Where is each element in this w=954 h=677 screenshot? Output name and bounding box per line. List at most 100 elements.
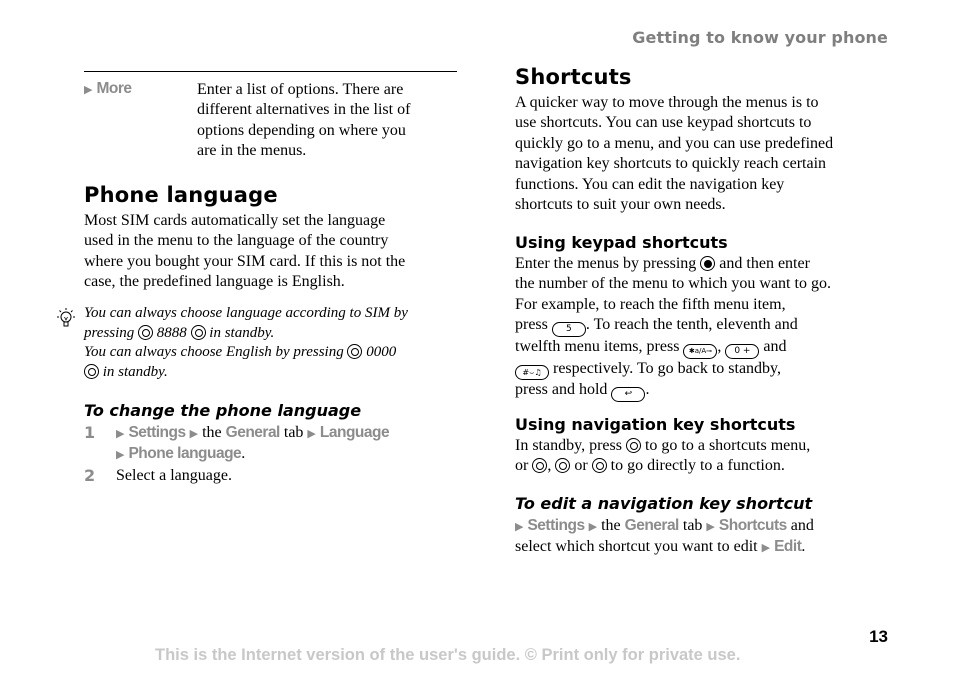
text-fragment: .: [801, 538, 806, 556]
shortcuts-body: A quicker way to move through the menus …: [515, 93, 895, 215]
arrow-icon: ▶: [84, 83, 93, 96]
page-number: 13: [869, 627, 888, 646]
body-line: navigation key shortcuts to quickly reac…: [515, 155, 827, 173]
running-header: Getting to know your phone: [632, 28, 888, 47]
more-menu-label: More: [96, 80, 132, 97]
step-text: tab: [283, 424, 304, 441]
body-line: For example, to reach the fifth menu ite…: [515, 295, 786, 313]
step-number: 2: [84, 466, 96, 485]
body-line: Most SIM cards automatically set the lan…: [84, 212, 386, 229]
text-fragment: ,: [547, 457, 552, 475]
tip-fragment: pressing: [84, 324, 135, 341]
arrow-icon: ▶: [588, 520, 598, 533]
key-hash-icon: #⌣♫: [515, 365, 549, 381]
nav-left-key-icon: [555, 458, 571, 474]
text-fragment: respectively. To go back to standby,: [553, 360, 782, 378]
desc-line: different alternatives in the list of: [197, 101, 411, 119]
body-line: #⌣♫ respectively. To go back to standby,: [515, 359, 895, 381]
arrow-icon: ▶: [307, 427, 316, 440]
more-description: Enter a list of options. There are diffe…: [197, 80, 459, 162]
menu-edit: Edit: [774, 538, 802, 556]
text-fragment: . To reach the tenth, eleventh and: [585, 316, 798, 334]
nav-up-key-icon: [625, 438, 641, 453]
body-line: functions. You can edit the navigation k…: [515, 175, 785, 193]
arrow-icon: ▶: [189, 427, 199, 440]
body-line: Enter the menus by pressing and then ent…: [515, 254, 895, 274]
menu-settings: Settings: [128, 424, 186, 441]
navigation-shortcuts-title: Using navigation key shortcuts: [515, 415, 796, 434]
menu-phone-language: Phone language: [128, 445, 242, 463]
edit-shortcut-body: ▶ Settings ▶ the General tab ▶ Shortcuts…: [515, 516, 895, 559]
tip-code: 8888: [156, 324, 187, 341]
tip-line: You can always choose English by pressin…: [84, 343, 464, 363]
tip-fragment: in standby.: [102, 363, 168, 380]
back-key-icon: ↩: [611, 387, 646, 403]
nav-right-key-icon: [84, 363, 99, 379]
tip-code: 0000: [366, 344, 397, 360]
nav-right-key-icon: [190, 324, 206, 340]
text-fragment: twelfth menu items, press: [515, 338, 680, 356]
edit-shortcut-title: To edit a navigation key shortcut: [515, 494, 813, 513]
tip-fragment: You can always choose English by pressin…: [84, 344, 344, 360]
step-number: 1: [84, 423, 96, 442]
key-star-icon: ✱a/A⊸: [683, 344, 718, 360]
menu-language: Language: [319, 424, 390, 441]
body-line: case, the predefined language is English…: [84, 273, 345, 291]
tip-line: in standby.: [84, 363, 464, 383]
menu-settings: Settings: [527, 517, 585, 534]
body-line: use shortcuts. You can use keypad shortc…: [515, 114, 812, 132]
body-line: A quicker way to move through the menus …: [515, 94, 819, 111]
body-line: or , or to go directly to a function.: [515, 456, 895, 476]
body-line: used in the menu to the language of the …: [84, 232, 389, 250]
step-line: ▶ Settings ▶ the General tab ▶ Language: [116, 423, 466, 444]
nav-left-key-icon: [347, 344, 363, 359]
body-line: twelfth menu items, press ✱a/A⊸, 0 + and: [515, 337, 895, 360]
text-fragment: press and hold: [515, 381, 608, 399]
key-zero-icon: 0 +: [725, 344, 760, 360]
key-5-icon: 5: [551, 322, 586, 338]
tip-line: You can always choose language according…: [84, 305, 408, 321]
text-fragment: .: [645, 381, 650, 399]
menu-general: General: [624, 517, 680, 534]
navigation-shortcuts-body: In standby, press to go to a shortcuts m…: [515, 436, 895, 477]
text-fragment: ,: [717, 338, 722, 356]
arrow-icon: ▶: [761, 541, 771, 555]
arrow-icon: ▶: [515, 520, 524, 533]
more-label: ▶ More: [84, 80, 132, 98]
arrow-icon: ▶: [116, 448, 125, 462]
text-fragment: and: [790, 517, 814, 534]
desc-line: are in the menus.: [197, 142, 307, 160]
phone-language-title: Phone language: [84, 183, 278, 207]
arrow-icon: ▶: [116, 427, 125, 440]
procedure-title: To change the phone language: [84, 401, 362, 420]
step-2: Select a language.: [116, 467, 232, 484]
step-text: .: [241, 445, 246, 463]
text-fragment: to go to a shortcuts menu,: [644, 437, 811, 454]
body-line: the number of the menu to which you want…: [515, 275, 831, 293]
keypad-shortcuts-body: Enter the menus by pressing and then ent…: [515, 254, 895, 403]
tip-line: pressing 8888 in standby.: [84, 324, 464, 344]
text-fragment: and then enter: [719, 255, 810, 272]
body-line: where you bought your SIM card. If this …: [84, 252, 406, 270]
body-line: In standby, press to go to a shortcuts m…: [515, 436, 895, 456]
text-fragment: the: [601, 517, 621, 534]
body-line: press 5. To reach the tenth, eleventh an…: [515, 315, 895, 338]
text-fragment: Enter the menus by pressing: [515, 255, 697, 272]
menu-general: General: [225, 424, 281, 441]
table-rule: [84, 71, 457, 72]
shortcuts-title: Shortcuts: [515, 65, 632, 89]
body-line: press and hold ↩.: [515, 380, 895, 403]
step-1: ▶ Settings ▶ the General tab ▶ Language …: [116, 423, 466, 466]
step-text: the: [202, 424, 222, 441]
text-fragment: or: [574, 457, 588, 475]
body-line: ▶ Settings ▶ the General tab ▶ Shortcuts…: [515, 516, 895, 537]
nav-left-key-icon: [138, 324, 154, 340]
body-line: quickly go to a menu, and you can use pr…: [515, 134, 834, 152]
text-fragment: and: [763, 338, 787, 356]
nav-right-key-icon: [591, 458, 607, 474]
text-fragment: In standby, press: [515, 437, 622, 454]
arrow-icon: ▶: [706, 520, 715, 533]
step-line: ▶ Phone language.: [116, 444, 466, 465]
keypad-shortcuts-title: Using keypad shortcuts: [515, 233, 728, 252]
text-fragment: select which shortcut you want to edit: [515, 538, 758, 556]
